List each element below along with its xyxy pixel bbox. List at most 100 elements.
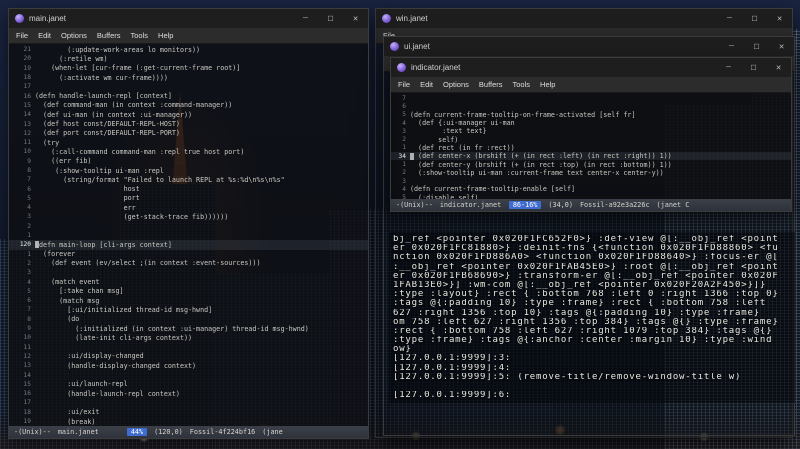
code-text: ((err fib)	[35, 157, 92, 166]
repl-line: er 0x020F1FC81880>} :deinit-fns {<functi…	[393, 244, 779, 254]
code-text: :ui/exit	[35, 408, 100, 417]
line-number: 7	[402, 94, 406, 102]
emacs-app-icon	[397, 63, 406, 72]
line-number: 2	[27, 259, 31, 267]
repl-output[interactable]: bj_ref <pointer 0x020F1FC652F0>} :def-vi…	[389, 232, 795, 404]
code-line: 120 (defn main-loop [cli-args context]	[9, 240, 368, 250]
menu-item[interactable]: Buffers	[479, 80, 503, 89]
code-text: (defn handle-launch-repl [context]	[35, 92, 172, 101]
maximize-button[interactable]: ☐	[744, 37, 769, 56]
code-text: :text text}	[410, 127, 487, 136]
modeline: -(Unix)-- main.janet 44% (120,0) Fossil-…	[9, 426, 368, 438]
code-text: (when-let [cur-frame (:get-current-frame…	[35, 64, 241, 73]
titlebar[interactable]: indicator.janet ─ ☐ ✕	[391, 58, 791, 77]
minimize-button[interactable]: ─	[719, 37, 744, 56]
modeline-position-badge: 44%	[126, 428, 148, 436]
minimize-button[interactable]: ─	[293, 9, 318, 28]
line-number: 6	[27, 297, 31, 305]
window-title: main.janet	[29, 14, 66, 23]
code-line: 14	[9, 370, 368, 379]
modeline-buffer-name: main.janet	[57, 428, 99, 436]
code-line: 2 (def event (ev/select ;(in context :ev…	[9, 259, 368, 268]
modeline-position-badge: 86-16%	[508, 201, 542, 209]
code-line: 16 (defn handle-launch-repl [context]	[9, 91, 368, 100]
menu-item[interactable]: Options	[443, 80, 469, 89]
window-controls: ─ ☐ ✕	[716, 58, 791, 77]
menu-item[interactable]: Edit	[38, 31, 51, 40]
line-number: 1	[27, 232, 31, 240]
menu-item[interactable]: Help	[540, 80, 555, 89]
repl-line: 1FAB13E0>}] :wm-com @[:__obj_ref <pointe…	[393, 280, 767, 290]
code-line: 17	[9, 82, 368, 91]
line-number: 5	[402, 111, 406, 119]
menu-item[interactable]: Tools	[131, 31, 149, 40]
repl-line: :type :layout} :rect { :bottom 768 :left…	[393, 290, 779, 300]
minimize-button[interactable]: ─	[716, 58, 741, 77]
code-line: 4 (match event	[9, 277, 368, 286]
code-text: (:activate wm cur-frame))))	[35, 73, 168, 82]
close-button[interactable]: ✕	[767, 9, 792, 28]
code-line: 3 (get-stack-trace fib))))))	[9, 212, 368, 221]
line-number: 7	[27, 176, 31, 184]
line-number: 18	[23, 74, 31, 82]
repl-line: 627 :right 1356 :top 10} :tags @{:paddin…	[393, 308, 760, 318]
code-buffer[interactable]: 7 6 5 (defn current-frame-tooltip-on-fra…	[391, 93, 791, 199]
line-number: 14	[23, 371, 31, 379]
line-number: 5	[27, 287, 31, 295]
menu-item[interactable]: File	[398, 80, 410, 89]
line-number: 5	[402, 194, 406, 199]
code-text: host	[35, 185, 140, 194]
code-text: (defn current-frame-tooltip-on-frame-act…	[410, 110, 636, 119]
code-text: [:take chan msg]	[35, 287, 124, 296]
code-line: 18 (:activate wm cur-frame))))	[9, 73, 368, 82]
code-line: 5 (defn current-frame-tooltip-on-frame-a…	[391, 111, 791, 119]
minimize-button[interactable]: ─	[717, 9, 742, 28]
menu-item[interactable]: File	[16, 31, 28, 40]
close-button[interactable]: ✕	[343, 9, 368, 28]
code-line: 1 (def center-y (brshift (+ (in rect :to…	[391, 160, 791, 169]
code-line: 6 (match msg	[9, 296, 368, 305]
line-number: 120	[19, 241, 31, 249]
line-number: 4	[402, 119, 406, 127]
code-line: 3	[391, 177, 791, 185]
line-number: 3	[402, 177, 406, 185]
menu-item[interactable]: Tools	[513, 80, 531, 89]
line-number: 21	[23, 46, 31, 54]
code-line: 5 [:take chan msg]	[9, 287, 368, 296]
code-line: 15 :ui/launch-repl	[9, 380, 368, 389]
line-number: 2	[27, 222, 31, 230]
code-text: (def command-man (in context :command-ma…	[35, 101, 233, 110]
titlebar[interactable]: main.janet ─ ☐ ✕	[9, 9, 368, 28]
code-line: 6 host	[9, 184, 368, 193]
menu-item[interactable]: Buffers	[97, 31, 121, 40]
modeline-vc-branch: Fossil-a92e3a226c	[579, 201, 650, 209]
code-line: 21 (:update-work-areas lo monitors))	[9, 45, 368, 54]
code-line: 19 (break)	[9, 417, 368, 426]
code-line: 8 (:show-tooltip ui-man :repl	[9, 166, 368, 175]
titlebar[interactable]: ui.janet ─ ☐ ✕	[384, 37, 794, 56]
window-title: win.janet	[396, 14, 428, 23]
maximize-button[interactable]: ☐	[742, 9, 767, 28]
code-line: 8 (do	[9, 315, 368, 324]
code-line: 13 (def host const/DEFAULT-REPL-HOST)	[9, 119, 368, 128]
line-number: 15	[23, 380, 31, 388]
menu-item[interactable]: Edit	[420, 80, 433, 89]
menu-item[interactable]: Help	[158, 31, 173, 40]
code-text: (handle-launch-repl context)	[35, 389, 180, 398]
menu-item[interactable]: Options	[61, 31, 87, 40]
modeline-vc-branch: Fossil-4f224bf16	[189, 428, 256, 436]
repl-line: :tags @{:padding 10} :type :frame} :rect…	[393, 299, 767, 309]
line-number: 20	[23, 55, 31, 63]
close-button[interactable]: ✕	[766, 58, 791, 77]
code-text: (def port const/DEFAULT-REPL-PORT)	[35, 129, 180, 138]
modeline-prefix: -(Unix)--	[14, 428, 51, 436]
code-line: 18 :ui/exit	[9, 408, 368, 417]
maximize-button[interactable]: ☐	[318, 9, 343, 28]
code-line: 10 (late-init cli-args context))	[9, 333, 368, 342]
maximize-button[interactable]: ☐	[741, 58, 766, 77]
repl-line: [127.0.0.1:9999]:3:	[393, 354, 512, 364]
code-line: 16 (handle-launch-repl context)	[9, 389, 368, 398]
titlebar[interactable]: win.janet ─ ☐ ✕	[376, 9, 792, 28]
code-buffer[interactable]: 21 (:update-work-areas lo monitors)) 20 …	[9, 44, 368, 426]
close-button[interactable]: ✕	[769, 37, 794, 56]
